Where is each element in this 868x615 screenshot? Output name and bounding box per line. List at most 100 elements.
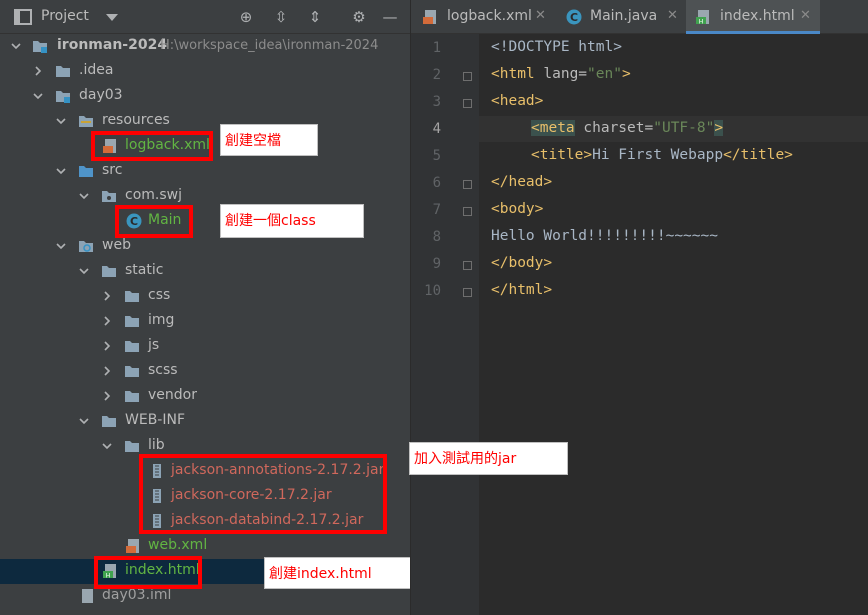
tree-label: scss — [148, 362, 178, 378]
code-line-6[interactable]: </head> — [491, 174, 552, 190]
tree-label: src — [102, 162, 123, 178]
folder-icon — [125, 341, 139, 352]
chevron-down-icon[interactable] — [56, 165, 66, 177]
chevron-right-icon[interactable] — [102, 315, 112, 327]
code-line-10[interactable]: </html> — [491, 282, 552, 298]
code-line-2[interactable]: <html lang="en"> — [491, 66, 631, 82]
code-line-1[interactable]: <!DOCTYPE html> — [491, 39, 622, 55]
folder-icon — [125, 291, 139, 302]
chevron-right-icon[interactable] — [102, 290, 112, 302]
module-path: H:\workspace_idea\ironman-2024 — [160, 38, 379, 53]
collapse-all-icon[interactable]: ⇕ — [305, 7, 325, 27]
attr-value: "en" — [587, 66, 622, 82]
code-line-5[interactable]: <title>Hi First Webapp</title> — [531, 147, 793, 163]
tree-row-src[interactable]: src — [0, 159, 410, 184]
fold-marker-icon[interactable] — [463, 180, 472, 189]
fold-marker-icon[interactable] — [463, 99, 472, 108]
line-number: 7 — [432, 202, 441, 218]
tag: <head> — [491, 93, 544, 109]
source-folder-icon — [79, 166, 93, 177]
tree-label: day03 — [79, 87, 123, 103]
tree-row-scss[interactable]: scss — [0, 359, 410, 384]
fold-marker-icon[interactable] — [463, 261, 472, 270]
folder-icon — [125, 391, 139, 402]
tab-main-java[interactable]: C Main.java ✕ — [553, 0, 686, 34]
code-line-9[interactable]: </body> — [491, 255, 552, 271]
tree-row-idea[interactable]: .idea — [0, 59, 410, 84]
tree-row-static[interactable]: static — [0, 259, 410, 284]
project-view-icon[interactable] — [14, 9, 32, 25]
tag: <html — [491, 66, 535, 82]
package-icon — [102, 191, 116, 202]
chevron-right-icon[interactable] — [102, 340, 112, 352]
java-class-icon: C — [566, 9, 582, 25]
tree-row-js[interactable]: js — [0, 334, 410, 359]
line-number: 1 — [432, 40, 441, 56]
tab-label: index.html — [720, 8, 795, 24]
chevron-down-icon[interactable] — [56, 115, 66, 127]
chevron-right-icon[interactable] — [102, 365, 112, 377]
tree-row-ironman-2024[interactable]: ironman-2024 H:\workspace_idea\ironman-2… — [0, 34, 410, 59]
project-panel-title[interactable]: Project — [41, 8, 89, 24]
annotation-jars: 加入測試用的jar — [409, 442, 568, 475]
xml-file-icon — [423, 10, 436, 24]
line-number: 9 — [432, 256, 441, 272]
close-icon[interactable]: ✕ — [667, 8, 678, 23]
folder-icon — [102, 266, 116, 277]
close-icon[interactable]: ✕ — [800, 8, 811, 23]
tree-row-css[interactable]: css — [0, 284, 410, 309]
chevron-down-icon[interactable] — [102, 440, 112, 452]
fold-marker-icon[interactable] — [463, 288, 472, 297]
chevron-right-icon[interactable] — [102, 390, 112, 402]
attr: charset= — [574, 120, 654, 136]
chevron-down-icon[interactable] — [56, 240, 66, 252]
tab-index-html[interactable]: H index.html ✕ — [686, 0, 820, 34]
html-file-icon: H — [696, 10, 709, 25]
fold-marker-icon[interactable] — [463, 207, 472, 216]
tree-label: css — [148, 287, 171, 303]
tree-row-vendor[interactable]: vendor — [0, 384, 410, 409]
line-number: 10 — [424, 283, 441, 299]
tag: </head> — [491, 174, 553, 190]
tab-logback-xml[interactable]: logback.xml ✕ — [411, 0, 553, 34]
line-number: 3 — [432, 94, 441, 110]
chevron-down-icon[interactable] — [79, 190, 89, 202]
line-number: 5 — [432, 148, 441, 164]
fold-marker-icon[interactable] — [463, 72, 472, 81]
chevron-down-icon[interactable] — [33, 90, 43, 102]
tab-label: Main.java — [590, 8, 658, 24]
tag: > — [621, 66, 631, 82]
tree-row-web-inf[interactable]: WEB-INF — [0, 409, 410, 434]
highlight-box-logback — [91, 131, 213, 161]
chevron-down-icon[interactable] — [11, 40, 21, 52]
folder-icon — [56, 66, 70, 77]
folder-icon — [102, 416, 116, 427]
close-icon[interactable]: ✕ — [535, 8, 546, 23]
expand-all-icon[interactable]: ⇳ — [271, 7, 291, 27]
tag: <body> — [491, 201, 544, 217]
chevron-down-icon[interactable] — [79, 415, 89, 427]
chevron-down-icon[interactable] — [79, 265, 89, 277]
code-line-3[interactable]: <head> — [491, 93, 543, 109]
tree-label: web — [102, 237, 131, 253]
gear-icon[interactable]: ⚙ — [349, 7, 369, 27]
code-line-8[interactable]: Hello World!!!!!!!!!~~~~~~ — [491, 228, 718, 244]
tree-label: vendor — [148, 387, 197, 403]
locate-file-icon[interactable]: ⊕ — [236, 7, 256, 27]
tree-row-web-xml[interactable]: web.xml — [0, 534, 410, 559]
code-line-7[interactable]: <body> — [491, 201, 543, 217]
highlight-box-main — [115, 205, 193, 238]
folder-icon — [125, 316, 139, 327]
chevron-right-icon[interactable] — [33, 65, 43, 77]
folder-icon — [125, 366, 139, 377]
tag: <meta — [531, 120, 575, 136]
hide-panel-icon[interactable]: — — [380, 7, 400, 27]
line-number: 4 — [432, 121, 441, 137]
tree-row-day03[interactable]: day03 — [0, 84, 410, 109]
tree-row-img[interactable]: img — [0, 309, 410, 334]
svg-text:C: C — [570, 11, 578, 24]
view-dropdown-icon[interactable] — [106, 14, 118, 21]
code-line-4[interactable]: <meta charset="UTF-8"> — [531, 120, 724, 136]
line-number: 2 — [432, 67, 441, 83]
module-folder-icon — [56, 91, 70, 103]
